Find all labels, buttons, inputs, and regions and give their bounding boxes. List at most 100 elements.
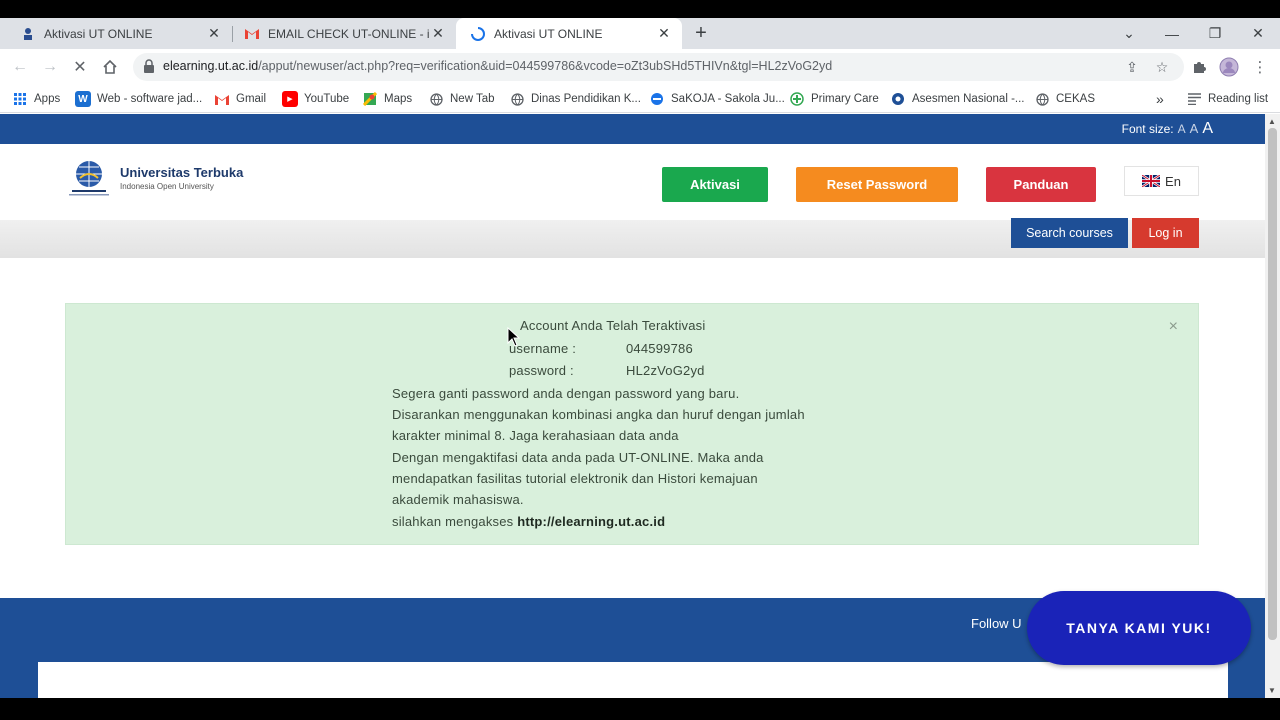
- scroll-down-arrow-icon[interactable]: ▼: [1268, 686, 1276, 695]
- minimize-icon[interactable]: —: [1157, 18, 1187, 49]
- access-line: silahkan mengakses http://elearning.ut.a…: [392, 514, 665, 529]
- tab-email-check[interactable]: EMAIL CHECK UT-ONLINE - iman ✕: [230, 18, 456, 49]
- forward-arrow-icon[interactable]: →: [38, 55, 62, 79]
- font-size-label: Font size:: [1121, 122, 1174, 136]
- bookmark-cekas[interactable]: CEKAS: [1034, 89, 1095, 109]
- scroll-up-arrow-icon[interactable]: ▲: [1268, 117, 1276, 126]
- globe-icon: [1034, 91, 1050, 107]
- close-window-icon[interactable]: ✕: [1243, 18, 1273, 49]
- tab-title: Aktivasi UT ONLINE: [44, 26, 153, 41]
- mouse-cursor-icon: [507, 327, 521, 347]
- bookmark-label: Asesmen Nasional -...: [912, 93, 1025, 105]
- youtube-icon: ▶: [282, 91, 298, 107]
- chrome-menu-icon[interactable]: ⋮: [1248, 55, 1272, 79]
- close-alert-icon[interactable]: ×: [1169, 318, 1178, 336]
- logo-title: Universitas Terbuka: [120, 165, 244, 180]
- alert-line-1: Segera ganti password anda dengan passwo…: [392, 386, 740, 401]
- stop-loading-icon[interactable]: ✕: [68, 55, 92, 79]
- alert-line-5: mendapatkan fasilitas tutorial elektroni…: [392, 471, 758, 486]
- font-size-control: Font size: A A A: [1122, 120, 1213, 138]
- bookmark-primary-care[interactable]: Primary Care: [789, 89, 879, 109]
- browser-window: Aktivasi UT ONLINE ✕ EMAIL CHECK UT-ONLI…: [0, 0, 1280, 720]
- bookmark-dinas-pendidikan[interactable]: Dinas Pendidikan K...: [509, 89, 641, 109]
- ut-emblem-icon: [69, 161, 109, 196]
- close-tab-icon[interactable]: ✕: [430, 25, 446, 42]
- new-tab-plus-icon[interactable]: +: [690, 18, 712, 49]
- w-logo-icon: W: [75, 91, 91, 107]
- alert-line-3: karakter minimal 8. Jaga kerahasiaan dat…: [392, 428, 679, 443]
- back-arrow-icon[interactable]: ←: [8, 55, 32, 79]
- sakoja-icon: [649, 91, 665, 107]
- share-icon[interactable]: ⇪: [1123, 58, 1141, 76]
- bookmark-web-software[interactable]: W Web - software jad...: [75, 89, 202, 109]
- asesmen-icon: [890, 91, 906, 107]
- reset-password-button[interactable]: Reset Password: [796, 167, 958, 202]
- font-size-medium[interactable]: A: [1190, 121, 1199, 136]
- profile-avatar-icon[interactable]: [1217, 55, 1241, 79]
- elearning-link[interactable]: http://elearning.ut.ac.id: [517, 514, 665, 529]
- close-tab-icon[interactable]: ✕: [656, 25, 672, 42]
- restore-icon[interactable]: ❐: [1200, 18, 1230, 49]
- tab-search-chevron-icon[interactable]: ⌄: [1114, 18, 1144, 49]
- log-in-button[interactable]: Log in: [1132, 218, 1199, 248]
- chat-help-button[interactable]: TANYA KAMI YUK!: [1027, 591, 1251, 665]
- apps-grid-icon: [12, 91, 28, 107]
- bookmark-youtube[interactable]: ▶ YouTube: [282, 89, 349, 109]
- more-bookmarks-chevron-icon[interactable]: »: [1156, 89, 1164, 109]
- ut-favicon-icon: [20, 26, 36, 42]
- scrollbar-thumb[interactable]: [1268, 128, 1277, 640]
- gmail-icon: [244, 26, 260, 42]
- close-tab-icon[interactable]: ✕: [206, 25, 222, 42]
- bookmark-label: Maps: [384, 93, 413, 105]
- bookmarks-bar: Apps W Web - software jad... Gmail ▶ You…: [0, 85, 1280, 113]
- site-top-bar: Font size: A A A: [0, 114, 1265, 144]
- globe-icon: [428, 91, 444, 107]
- bookmark-apps[interactable]: Apps: [12, 89, 60, 109]
- bookmark-label: YouTube: [304, 93, 350, 105]
- language-selector[interactable]: En: [1124, 166, 1199, 196]
- bookmark-sakoja[interactable]: SaKOJA - Sakola Ju...: [649, 89, 785, 109]
- url-path: /apput/newuser/act.php?req=verification&…: [258, 59, 833, 73]
- tab-aktivasi-active[interactable]: Aktivasi UT ONLINE ✕: [456, 18, 682, 49]
- bookmark-label: Dinas Pendidikan K...: [531, 93, 641, 105]
- footer-card: [38, 662, 1228, 698]
- password-label: password :: [509, 363, 574, 378]
- password-value: HL2zVoG2yd: [626, 363, 705, 378]
- reading-list[interactable]: Reading list: [1186, 89, 1268, 109]
- browser-toolbar: ← → ✕ elearning.ut.ac.id/apput/newuser/a…: [0, 49, 1280, 85]
- bookmark-star-icon[interactable]: ☆: [1153, 58, 1171, 76]
- bookmark-maps[interactable]: Maps: [362, 89, 412, 109]
- address-bar[interactable]: elearning.ut.ac.id/apput/newuser/act.php…: [133, 53, 1184, 81]
- alert-line-6: akademik mahasiswa.: [392, 492, 524, 507]
- search-courses-button[interactable]: Search courses: [1011, 218, 1128, 248]
- page-scrollbar[interactable]: ▲ ▼: [1265, 114, 1280, 698]
- bookmark-asesmen-nasional[interactable]: Asesmen Nasional -...: [890, 89, 1025, 109]
- alert-line-4: Dengan mengaktifasi data anda pada UT-ON…: [392, 450, 764, 465]
- bookmark-label: Apps: [34, 93, 61, 105]
- font-size-large[interactable]: A: [1202, 120, 1213, 138]
- bookmark-label: CEKAS: [1056, 93, 1095, 105]
- tab-aktivasi-1[interactable]: Aktivasi UT ONLINE ✕: [6, 18, 232, 49]
- ut-logo[interactable]: Universitas Terbuka Indonesia Open Unive…: [66, 158, 243, 198]
- home-icon[interactable]: [98, 55, 122, 79]
- lock-icon[interactable]: [143, 59, 155, 73]
- follow-us-label: Follow U: [971, 616, 1022, 631]
- maps-icon: [362, 91, 378, 107]
- aktivasi-button[interactable]: Aktivasi: [662, 167, 768, 202]
- uk-flag-icon: [1142, 175, 1161, 187]
- panduan-button[interactable]: Panduan: [986, 167, 1096, 202]
- bookmark-label: Web - software jad...: [97, 93, 203, 105]
- gmail-icon: [214, 91, 230, 107]
- tab-title: Aktivasi UT ONLINE: [494, 26, 603, 41]
- extensions-puzzle-icon[interactable]: [1187, 55, 1211, 79]
- bookmark-gmail[interactable]: Gmail: [214, 89, 266, 109]
- access-prefix: silahkan mengakses: [392, 514, 514, 529]
- language-label: En: [1165, 173, 1181, 189]
- bookmark-new-tab[interactable]: New Tab: [428, 89, 495, 109]
- loading-spinner-icon: [470, 26, 486, 42]
- tab-title: EMAIL CHECK UT-ONLINE - iman: [268, 26, 430, 41]
- primary-care-icon: [789, 91, 805, 107]
- url-host: elearning.ut.ac.id: [163, 59, 259, 73]
- reading-list-icon: [1186, 91, 1202, 107]
- font-size-small[interactable]: A: [1178, 122, 1186, 136]
